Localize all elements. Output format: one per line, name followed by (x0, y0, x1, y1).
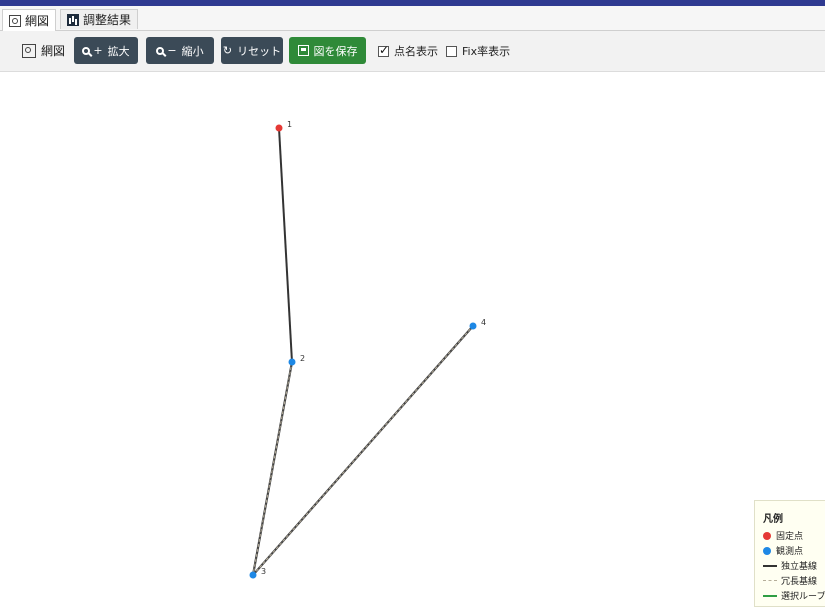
legend-title: 凡例 (763, 514, 783, 525)
zoom-in-icon (82, 46, 91, 55)
observed-point-3[interactable] (249, 571, 257, 579)
zoom-in-label: 拡大 (107, 44, 130, 58)
network-diagram-canvas[interactable]: 1 2 3 4 (15, 72, 825, 611)
observed-point-2[interactable] (288, 358, 296, 366)
point-label-4: 4 (481, 318, 486, 327)
legend-item-observed-point: 観測点 (763, 544, 803, 557)
network-icon (9, 14, 21, 27)
legend-item-independent-baseline: 独立基線 (763, 559, 817, 572)
blue-dot-icon (763, 546, 771, 555)
show-names-checkbox[interactable]: 点名表示 (378, 43, 438, 59)
tab-bar: 網図 調整結果 (0, 6, 825, 31)
solid-line-icon (763, 564, 777, 567)
point-label-3: 3 (261, 567, 266, 576)
legend-label: 独立基線 (781, 562, 818, 572)
legend-label: 選択ループ (781, 592, 825, 602)
zoom-out-button[interactable]: − 縮小 (146, 37, 214, 64)
tab-label: 調整結果 (83, 12, 132, 27)
save-image-button[interactable]: 図を保存 (289, 37, 366, 64)
legend-item-redundant-baseline: 冗長基線 (763, 574, 817, 587)
legend: 凡例 固定点 観測点 独立基線 冗長基線 選択ループ (754, 500, 825, 607)
tab-label: 網図 (25, 13, 50, 28)
image-icon (297, 45, 309, 56)
fixed-point-1[interactable] (275, 124, 283, 132)
tab-network-diagram[interactable]: 網図 (2, 9, 57, 31)
observed-point-4[interactable] (469, 322, 477, 330)
tab-adjustment-results[interactable]: 調整結果 (60, 9, 139, 29)
green-line-icon (763, 594, 777, 597)
checkbox-checked-icon[interactable] (378, 43, 389, 57)
reset-button[interactable]: ↻ リセット (221, 37, 283, 64)
independent-baseline-1-2[interactable] (278, 127, 293, 363)
legend-item-selected-loop: 選択ループ (763, 589, 825, 602)
network-icon (22, 43, 36, 58)
chart-icon (67, 13, 79, 26)
legend-label: 観測点 (776, 547, 804, 557)
toolbar: 網図 + 拡大 − 縮小 ↻ リセット 図を保存 点名表示 Fix率表示 (0, 31, 825, 72)
toolbar-title-label: 網図 (41, 44, 66, 58)
red-dot-icon (763, 531, 771, 540)
show-fix-checkbox[interactable]: Fix率表示 (446, 43, 510, 59)
show-fix-label: Fix率表示 (462, 45, 511, 58)
legend-label: 冗長基線 (781, 577, 818, 587)
zoom-in-button[interactable]: + 拡大 (74, 37, 138, 64)
save-label: 図を保存 (313, 44, 358, 58)
checkbox-unchecked-icon[interactable] (446, 45, 457, 57)
toolbar-title: 網図 (22, 42, 65, 59)
legend-item-fixed-point: 固定点 (763, 529, 803, 542)
dashed-line-icon (763, 580, 777, 581)
reset-icon: ↻ (222, 44, 233, 57)
show-names-label: 点名表示 (394, 45, 438, 58)
network-diagram-svg[interactable]: 1 2 3 4 (15, 72, 825, 611)
reset-label: リセット (237, 44, 282, 58)
point-label-1: 1 (287, 120, 292, 129)
zoom-out-label: 縮小 (181, 44, 204, 58)
zoom-out-icon (156, 46, 165, 55)
point-label-2: 2 (300, 354, 305, 363)
legend-label: 固定点 (776, 532, 804, 542)
